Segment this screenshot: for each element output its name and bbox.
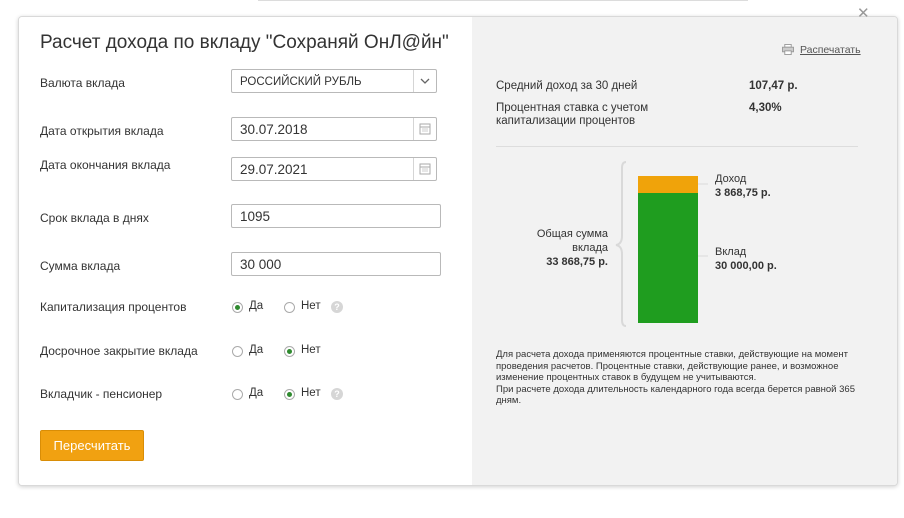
amount-label: Сумма вклада [40,259,121,273]
note-paragraph-1: Для расчета дохода применяются процентны… [496,349,848,383]
close-date-label: Дата окончания вклада [40,158,171,172]
summary-divider [496,146,858,147]
capitalization-yes-label: Да [249,300,264,312]
amount-value: 30 000 [240,257,282,272]
early-close-no-radio[interactable] [284,346,295,357]
pensioner-no-radio[interactable] [284,389,295,400]
early-close-yes-label: Да [249,344,264,356]
capitalization-no-radio[interactable] [284,302,295,313]
early-close-label: Досрочное закрытие вклада [40,344,198,358]
calendar-icon[interactable] [413,118,436,140]
rate-label-line1: Процентная ставка с учетом [496,102,649,114]
rate-value: 4,30% [749,102,782,114]
page-top-divider [258,0,748,1]
currency-select[interactable]: РОССИЙСКИЙ РУБЛЬ [231,69,437,93]
early-close-no-label: Нет [301,344,321,356]
calculation-note: Для расчета дохода применяются процентны… [496,349,876,407]
amount-input[interactable]: 30 000 [231,252,441,276]
pensioner-yes-radio[interactable] [232,389,243,400]
deposit-series-name: Вклад [715,246,747,258]
avg-income-value: 107,47 р. [749,80,798,92]
currency-label: Валюта вклада [40,76,125,90]
rate-label: Процентная ставка с учетом капитализации… [496,102,648,128]
printer-icon[interactable] [782,44,794,55]
recalculate-button[interactable]: Пересчитать [40,430,144,461]
open-date-value: 30.07.2018 [240,122,308,137]
pensioner-yes-label: Да [249,387,264,399]
close-date-value: 29.07.2021 [240,162,308,177]
rate-label-line2: капитализации процентов [496,115,636,127]
capitalization-yes-radio[interactable] [232,302,243,313]
deposit-legend: Вклад 30 000,00 р. [715,245,777,273]
income-series-name: Доход [715,173,747,185]
deposit-bar-segment [638,193,698,323]
note-paragraph-2: При расчете дохода длительность календар… [496,383,855,407]
stacked-bar [638,176,698,323]
close-date-input[interactable]: 29.07.2021 [231,157,437,181]
capitalization-no-label: Нет [301,300,321,312]
open-date-label: Дата открытия вклада [40,124,164,138]
deposit-series-value: 30 000,00 р. [715,260,777,272]
avg-income-label: Средний доход за 30 дней [496,80,638,92]
chevron-down-icon[interactable] [413,70,436,92]
chart-total: Общая сумма вклада 33 868,75 р. [503,227,608,269]
open-date-input[interactable]: 30.07.2018 [231,117,437,141]
help-icon[interactable]: ? [331,301,343,313]
income-series-value: 3 868,75 р. [715,187,771,199]
calendar-icon[interactable] [413,158,436,180]
chart-total-value: 33 868,75 р. [546,256,608,268]
form-title: Расчет дохода по вкладу "Сохраняй ОнЛ@йн… [40,32,449,53]
pensioner-no-label: Нет [301,387,321,399]
early-close-yes-radio[interactable] [232,346,243,357]
income-bar-segment [638,176,698,193]
close-icon[interactable]: ✕ [857,4,870,22]
term-value: 1095 [240,209,271,224]
currency-value: РОССИЙСКИЙ РУБЛЬ [240,76,362,88]
print-link[interactable]: Распечатать [800,44,861,56]
pensioner-label: Вкладчик - пенсионер [40,387,163,401]
term-input[interactable]: 1095 [231,204,441,228]
income-legend: Доход 3 868,75 р. [715,172,771,200]
help-icon[interactable]: ? [331,388,343,400]
chart-total-label: Общая сумма вклада [536,228,608,254]
term-label: Срок вклада в днях [40,211,149,225]
capitalization-label: Капитализация процентов [40,300,187,314]
